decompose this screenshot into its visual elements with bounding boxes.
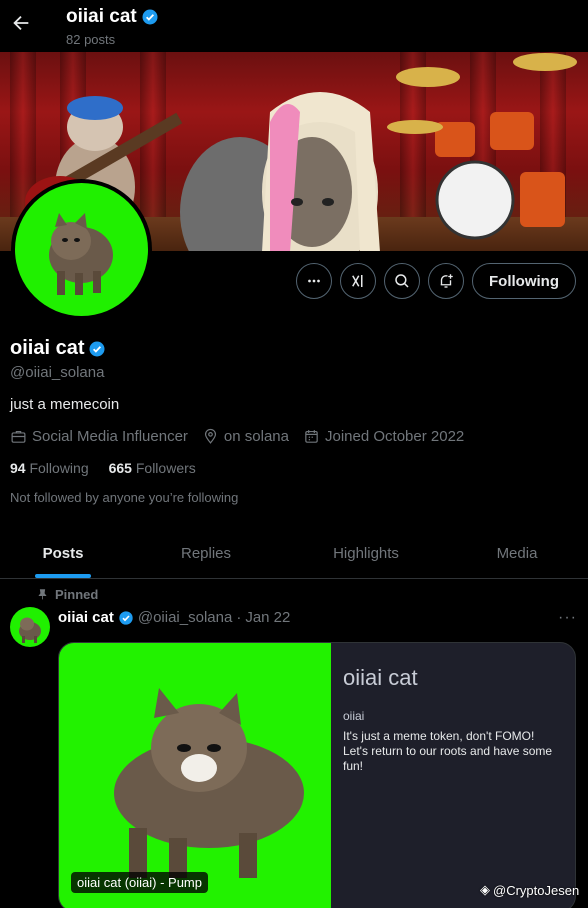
calendar-icon <box>305 430 318 443</box>
profile-handle: @oiiai_solana <box>10 364 105 381</box>
card-ticker: oiiai <box>343 709 365 723</box>
card-title: oiiai cat <box>343 665 418 690</box>
follow-stats: 94 Following 665 Followers <box>10 460 196 476</box>
verified-badge-icon <box>142 9 158 25</box>
location-item: on solana <box>202 428 289 445</box>
followers-stat[interactable]: 665 Followers <box>109 460 196 476</box>
link-card[interactable]: oiiai cat (oiiai) - Pump oiiai cat oiiai… <box>58 642 576 908</box>
tab-posts[interactable]: Posts <box>0 528 126 578</box>
profile-meta: Social Media Influencer on solana Joined… <box>10 428 464 445</box>
card-image: oiiai cat (oiiai) - Pump <box>59 643 331 908</box>
header-name: oiiai cat <box>66 6 137 27</box>
post-more-icon[interactable]: ··· <box>558 609 577 627</box>
category-label: Social Media Influencer <box>32 428 188 445</box>
post-author-name[interactable]: oiiai cat <box>58 609 114 626</box>
post-avatar[interactable] <box>10 607 50 647</box>
pin-icon <box>38 589 47 600</box>
location-pin-icon <box>204 428 216 444</box>
header-title: oiiai cat <box>66 6 159 28</box>
more-options-button[interactable] <box>296 263 332 299</box>
profile-avatar[interactable] <box>11 179 152 320</box>
tab-media[interactable]: Media <box>446 528 588 578</box>
verified-badge-icon <box>119 610 133 625</box>
profile-bio: just a memecoin <box>10 396 120 413</box>
diamond-icon: ◈ <box>480 882 490 897</box>
post-date[interactable]: Jan 22 <box>245 609 290 626</box>
top-bar: oiiai cat 82 posts <box>0 0 588 52</box>
pinned-indicator: Pinned <box>36 587 98 602</box>
card-image-tag: oiiai cat (oiiai) - Pump <box>71 872 208 893</box>
back-arrow-icon[interactable] <box>10 12 32 34</box>
grok-button[interactable] <box>340 263 376 299</box>
profile-name: oiiai cat <box>10 337 85 359</box>
card-description: It's just a meme token, don't FOMO! Let'… <box>343 729 553 773</box>
post-author-handle[interactable]: @oiiai_solana <box>138 609 232 626</box>
following-stat[interactable]: 94 Following <box>10 460 89 476</box>
post-header: oiiai cat @oiiai_solana · Jan 22 <box>58 609 290 626</box>
joined-item: Joined October 2022 <box>303 428 464 445</box>
bell-plus-icon <box>440 274 453 288</box>
notifications-button[interactable] <box>428 263 464 299</box>
profile-tabs: Posts Replies Highlights Media <box>0 528 588 579</box>
profile-name-row: oiiai cat <box>10 337 106 360</box>
tab-replies[interactable]: Replies <box>126 528 286 578</box>
search-button[interactable] <box>384 263 420 299</box>
posts-count: 82 posts <box>66 32 116 47</box>
location-label: on solana <box>223 428 289 445</box>
briefcase-icon <box>11 430 26 443</box>
search-icon <box>395 274 409 288</box>
following-button[interactable]: Following <box>472 263 576 299</box>
more-dots-icon <box>308 279 320 283</box>
post-separator: · <box>236 609 242 626</box>
active-tab-indicator <box>35 574 91 578</box>
category-item: Social Media Influencer <box>10 428 188 445</box>
grok-icon <box>352 275 363 287</box>
verified-badge-icon <box>89 341 105 356</box>
not-followed-note: Not followed by anyone you’re following <box>10 490 239 505</box>
tab-highlights[interactable]: Highlights <box>286 528 446 578</box>
joined-label: Joined October 2022 <box>324 428 465 445</box>
watermark: ◈ @CryptoJesen <box>480 882 580 898</box>
